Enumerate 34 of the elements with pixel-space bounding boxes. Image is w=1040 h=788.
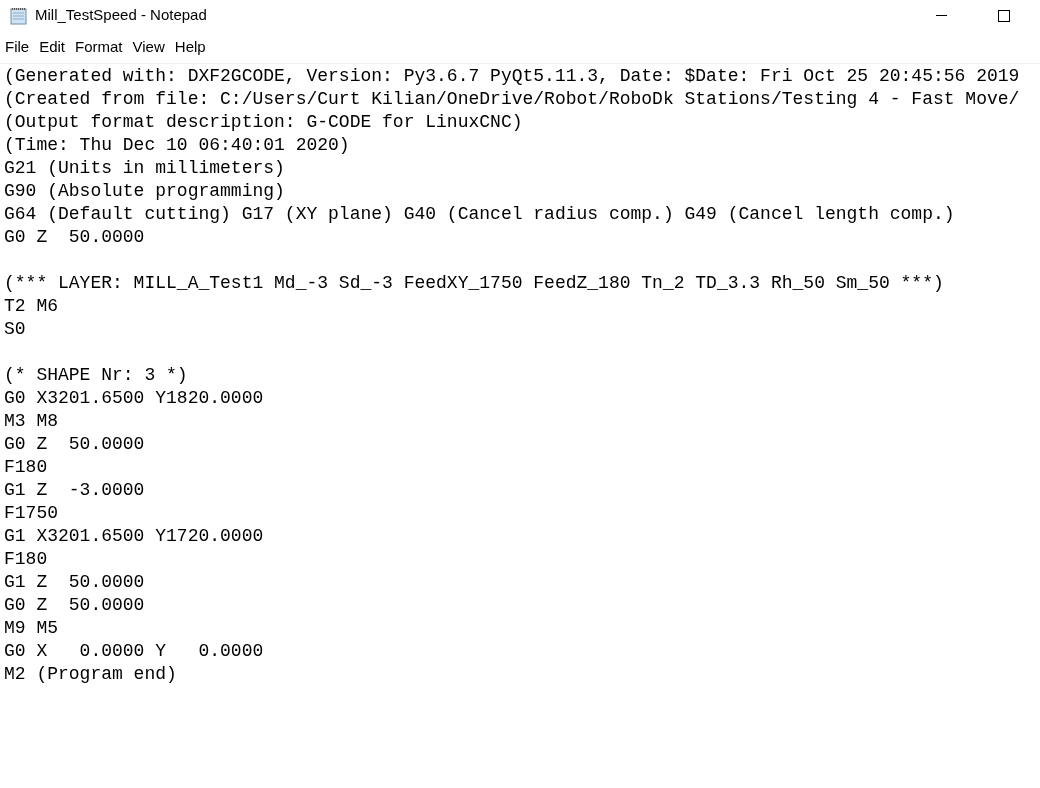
code-line: G90 (Absolute programming) (4, 180, 285, 203)
code-line: (* SHAPE Nr: 3 *) (4, 364, 188, 387)
code-line: G0 X3201.6500 Y1820.0000 (4, 387, 264, 410)
menu-item[interactable]: File (5, 35, 30, 59)
code-line: (Created from file: C:/Users/Curt Kilian/OneDrive/Robot/RoboDk Stations/Testing 4 - Fast Move/ (4, 88, 1020, 111)
code-line: M2 (Program end) (4, 663, 177, 686)
code-line: G0 Z 50.0000 (4, 594, 145, 617)
code-line: S0 (4, 318, 26, 341)
menu-item[interactable]: Edit (39, 35, 66, 59)
code-line: (Time: Thu Dec 10 06:40:01 2020) (4, 134, 350, 157)
code-line: G0 X 0.0000 Y 0.0000 (4, 640, 264, 663)
code-line: F1750 (4, 502, 58, 525)
maximize-icon (998, 9, 1010, 22)
code-line: M3 M8 (4, 410, 58, 433)
window-title: Mill_TestSpeed - Notepad (35, 5, 207, 26)
code-line: G21 (Units in millimeters) (4, 157, 285, 180)
menu-item[interactable]: Format (75, 35, 123, 59)
code-line: G1 X3201.6500 Y1720.0000 (4, 525, 264, 548)
menu-item[interactable]: View (132, 35, 165, 59)
code-line: F180 (4, 456, 48, 479)
notepad-icon (9, 6, 29, 25)
code-line: G0 Z 50.0000 (4, 433, 145, 456)
code-line: G0 Z 50.0000 (4, 226, 145, 249)
code-line: (*** LAYER: MILL_A_Test1 Md_-3 Sd_-3 FeedXY_1750 FeedZ_180 Tn_2 TD_3.3 Rh_50 Sm_50 ***) (4, 272, 944, 295)
code-line: (Output format description: G-CODE for LinuxCNC) (4, 111, 523, 134)
code-line: G64 (Default cutting) G17 (XY plane) G40 (Cancel radius comp.) G49 (Cancel length comp.) (4, 203, 955, 226)
code-line: T2 M6 (4, 295, 58, 318)
code-line: G1 Z 50.0000 (4, 571, 145, 594)
minimize-icon (935, 15, 947, 16)
code-line: F180 (4, 548, 48, 571)
code-line: G1 Z -3.0000 (4, 479, 145, 502)
menu-item[interactable]: Help (174, 35, 206, 59)
code-line: M9 M5 (4, 617, 58, 640)
code-line: (Generated with: DXF2GCODE, Version: Py3.6.7 PyQt5.11.3, Date: $Date: Fri Oct 25 20:45:56 2019 (4, 65, 1020, 88)
